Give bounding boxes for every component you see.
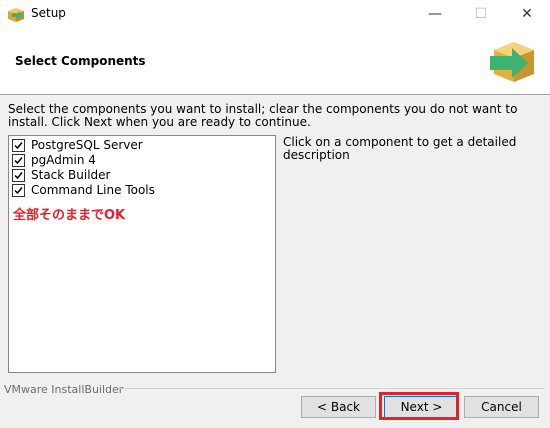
installer-box-arrow-icon [490, 42, 534, 82]
component-item-postgresql-server[interactable]: PostgreSQL Server [12, 138, 143, 153]
checkbox-checked[interactable] [12, 139, 25, 152]
page-title: Select Components [15, 54, 146, 68]
component-description: Click on a component to get a detailed d… [283, 135, 517, 162]
minimize-button[interactable]: — [412, 0, 458, 29]
back-button[interactable]: < Back [301, 396, 376, 418]
checkbox-checked[interactable] [12, 169, 25, 182]
component-label: PostgreSQL Server [31, 138, 143, 152]
instructions-text: Select the components you want to instal… [8, 102, 518, 129]
component-item-pgadmin[interactable]: pgAdmin 4 [12, 153, 96, 168]
header-divider [0, 94, 550, 95]
setup-app-icon [8, 8, 24, 22]
next-button-highlight [379, 392, 459, 420]
close-button[interactable]: ✕ [504, 0, 550, 29]
component-label: Command Line Tools [31, 183, 155, 197]
footer-divider [118, 388, 544, 389]
checkbox-checked[interactable] [12, 154, 25, 167]
page-header: Select Components [0, 29, 550, 94]
window-title: Setup [31, 6, 66, 20]
component-item-stack-builder[interactable]: Stack Builder [12, 168, 110, 183]
cancel-button[interactable]: Cancel [464, 396, 539, 418]
component-label: pgAdmin 4 [31, 153, 96, 167]
component-label: Stack Builder [31, 168, 111, 182]
title-bar: Setup — ☐ ✕ [0, 0, 550, 29]
checkbox-checked[interactable] [12, 184, 25, 197]
maximize-button[interactable]: ☐ [458, 0, 504, 29]
component-item-command-line-tools[interactable]: Command Line Tools [12, 183, 155, 198]
annotation-text: 全部そのままでOK [13, 208, 126, 223]
footer-brand: VMware InstallBuilder [4, 383, 124, 396]
components-list[interactable]: PostgreSQL Server pgAdmin 4 Stack Builde… [8, 135, 276, 373]
